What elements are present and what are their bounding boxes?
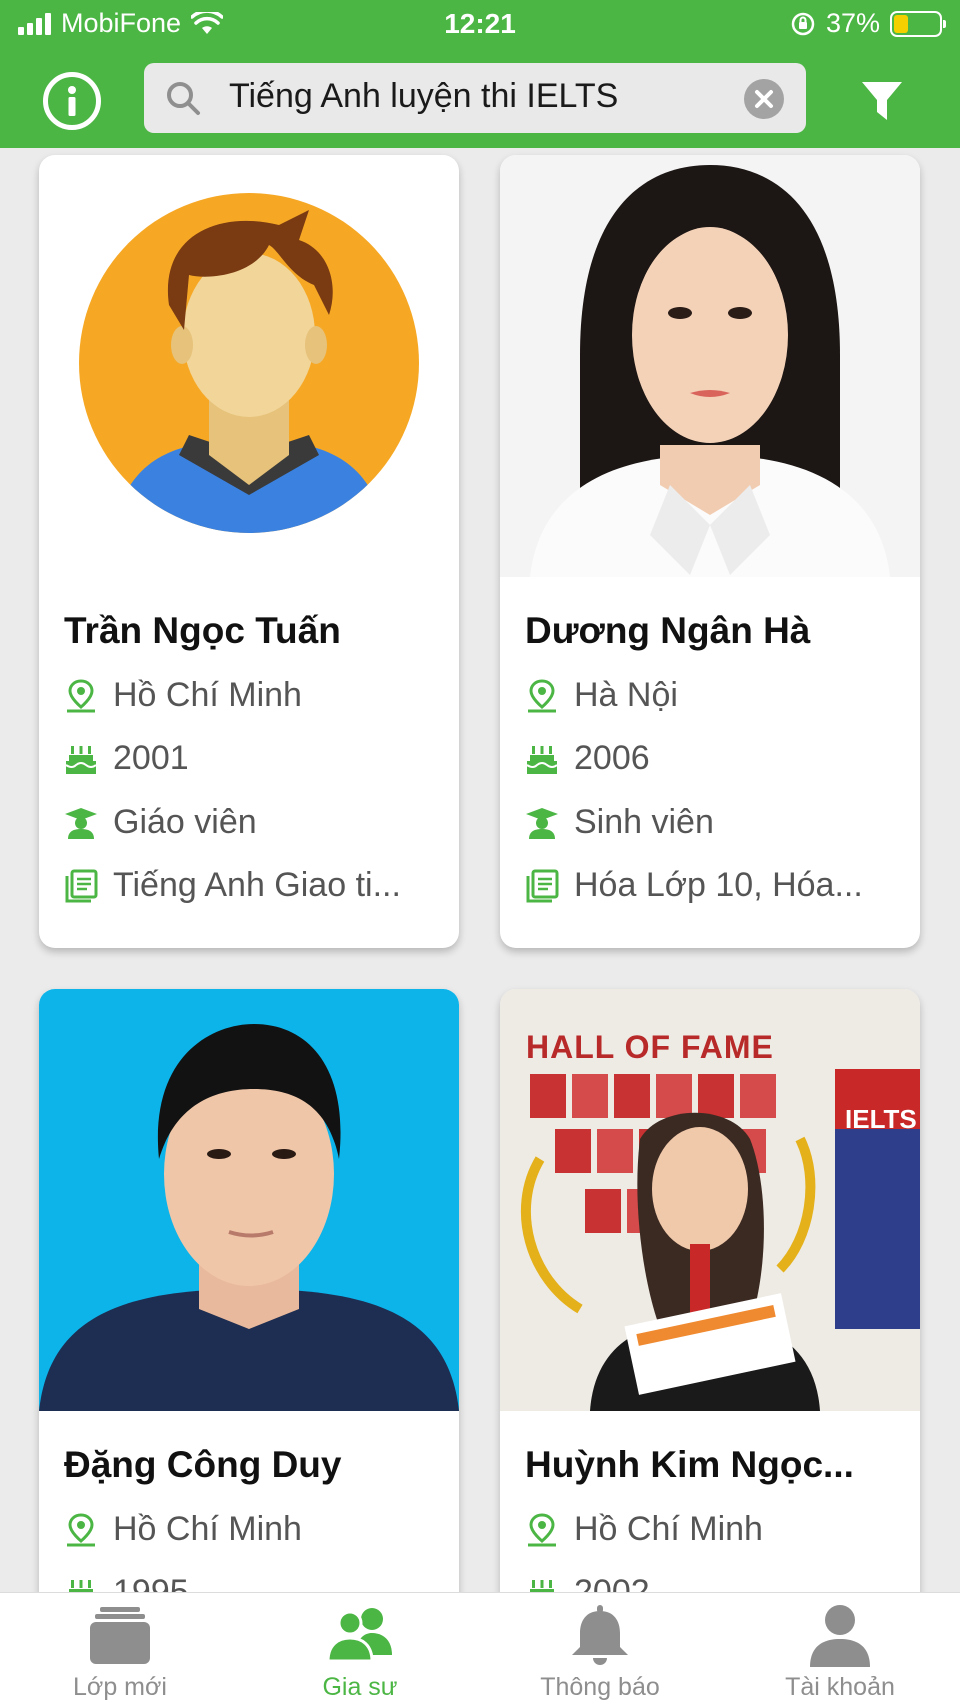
tutor-city: Hồ Chí Minh xyxy=(113,1510,302,1548)
tutor-occupation: Sinh viên xyxy=(524,803,714,842)
nav-tab-account[interactable]: Tài khoản xyxy=(720,1593,960,1707)
tutor-name: Trần Ngọc Tuấn xyxy=(64,610,341,651)
tutor-avatar xyxy=(39,155,459,577)
search-icon xyxy=(167,82,200,115)
tutor-birth-year: 2001 xyxy=(63,739,189,778)
tutor-subjects-text: Hóa Lớp 10, Hóa... xyxy=(574,866,863,904)
location-pin-icon xyxy=(528,1512,556,1546)
clear-search-button[interactable] xyxy=(744,79,784,119)
tutor-photo: HALL OF FAME IELTS xyxy=(500,989,920,1411)
cake-icon xyxy=(526,745,558,774)
book-icon xyxy=(526,869,559,902)
tutor-name: Dương Ngân Hà xyxy=(525,610,811,651)
battery-percent: 37% xyxy=(825,8,880,38)
tutor-occupation-text: Giáo viên xyxy=(113,803,257,841)
tutor-card[interactable]: Dương Ngân Hà Hà Nội 2006 Sinh viên Hóa … xyxy=(500,155,920,948)
tutor-occupation: Giáo viên xyxy=(63,803,257,842)
tutor-city: Hồ Chí Minh xyxy=(113,676,302,714)
tutor-location: Hồ Chí Minh xyxy=(63,1510,302,1549)
tutor-portrait xyxy=(39,989,459,1411)
tutor-photo xyxy=(500,155,920,577)
bottom-nav: Lớp mới Gia sư Thông báo Tài khoản xyxy=(0,1592,960,1707)
location-pin-icon xyxy=(67,1512,95,1546)
battery-icon xyxy=(890,10,946,37)
tutor-card[interactable]: Đặng Công Duy Hồ Chí Minh 1995 xyxy=(39,989,459,1629)
search-bar[interactable]: Tiếng Anh luyện thi IELTS xyxy=(144,63,806,133)
tutor-location: Hà Nội xyxy=(524,676,678,715)
search-input[interactable]: Tiếng Anh luyện thi IELTS xyxy=(229,77,618,116)
tutor-subjects: Tiếng Anh Giao ti... xyxy=(63,866,401,905)
tutor-card[interactable]: HALL OF FAME IELTS Huỳnh Kim Ngọc... Hồ … xyxy=(500,989,920,1629)
graduate-icon xyxy=(65,807,97,839)
nav-label: Lớp mới xyxy=(73,1673,167,1701)
default-avatar-icon xyxy=(79,193,419,533)
info-icon xyxy=(68,86,76,116)
tutor-city: Hà Nội xyxy=(574,676,678,714)
tutor-portrait xyxy=(500,155,920,577)
info-button[interactable] xyxy=(43,72,101,130)
bell-icon xyxy=(572,1605,628,1665)
user-icon xyxy=(810,1605,870,1667)
tutor-city: Hồ Chí Minh xyxy=(574,1510,763,1548)
filter-icon[interactable] xyxy=(860,78,904,126)
stack-icon xyxy=(90,1607,150,1664)
tutor-subjects-text: Tiếng Anh Giao ti... xyxy=(113,866,401,904)
ielts-poster-text: IELTS xyxy=(845,1104,917,1134)
tutor-location: Hồ Chí Minh xyxy=(524,1510,763,1549)
tutor-occupation-text: Sinh viên xyxy=(574,803,714,841)
nav-tab-tutors[interactable]: Gia sư xyxy=(240,1593,480,1707)
nav-label: Thông báo xyxy=(540,1673,660,1701)
tutor-location: Hồ Chí Minh xyxy=(63,676,302,715)
nav-tab-new-classes[interactable]: Lớp mới xyxy=(0,1593,240,1707)
tutor-card[interactable]: Trần Ngọc Tuấn Hồ Chí Minh 2001 Giáo viê… xyxy=(39,155,459,948)
nav-label: Tài khoản xyxy=(785,1673,895,1701)
graduate-icon xyxy=(526,807,558,839)
tutor-photo xyxy=(39,989,459,1411)
tutor-year: 2006 xyxy=(574,739,650,777)
book-icon xyxy=(65,869,98,902)
app-header: MobiFone 12:21 37% Tiếng Anh luyện thi I… xyxy=(0,0,960,148)
nav-label: Gia sư xyxy=(322,1673,398,1701)
tutor-subjects: Hóa Lớp 10, Hóa... xyxy=(524,866,863,905)
cake-icon xyxy=(65,745,97,774)
location-pin-icon xyxy=(528,678,556,712)
status-bar: MobiFone 12:21 37% xyxy=(0,0,960,50)
tutor-year: 2001 xyxy=(113,739,189,777)
users-icon xyxy=(326,1608,392,1663)
tutor-name: Đặng Công Duy xyxy=(64,1444,342,1485)
tutor-birth-year: 2006 xyxy=(524,739,650,778)
rotation-lock-icon xyxy=(791,12,815,35)
nav-tab-notifications[interactable]: Thông báo xyxy=(480,1593,720,1707)
tutor-name: Huỳnh Kim Ngọc... xyxy=(525,1444,854,1485)
clear-icon xyxy=(755,90,773,108)
hall-of-fame-wall xyxy=(521,1069,920,1411)
location-pin-icon xyxy=(67,678,95,712)
